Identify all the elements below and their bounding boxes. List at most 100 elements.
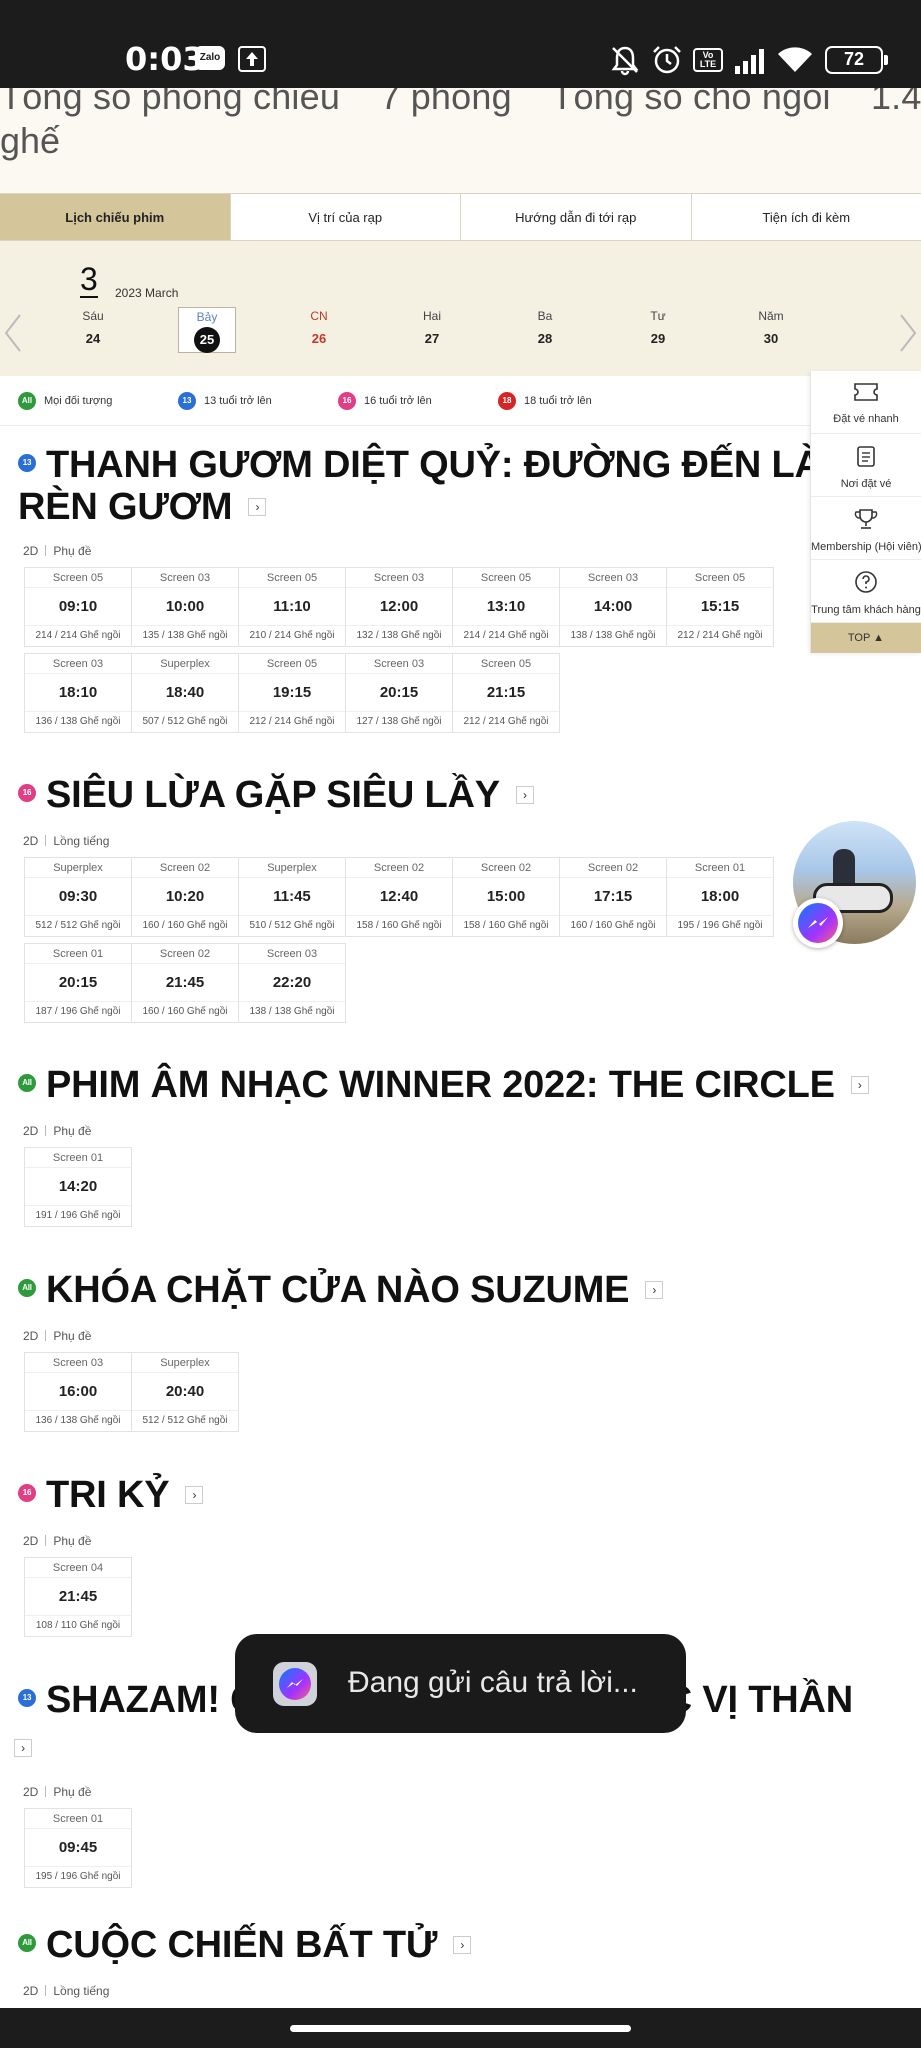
status-time: 0:03 — [125, 40, 205, 78]
quick-book-button[interactable]: Đặt vé nhanh — [811, 371, 921, 434]
customer-center-button[interactable]: Trung tâm khách hàng — [811, 560, 921, 623]
showtime-cell[interactable]: Screen 03 20:15 127 / 138 Ghế ngồi — [345, 653, 453, 733]
showtime-cell[interactable]: Screen 02 10:20 160 / 160 Ghế ngồi — [131, 857, 239, 937]
showtime-cell[interactable]: Screen 02 17:15 160 / 160 Ghế ngồi — [559, 857, 667, 937]
volte-icon: Vo LTE — [693, 48, 723, 72]
chevron-right-icon[interactable]: › — [248, 497, 267, 516]
rating-16-icon: 16 — [18, 1483, 36, 1502]
calendar-day[interactable]: Ba 28 — [516, 307, 574, 353]
movie-title[interactable]: All PHIM ÂM NHẠC WINNER 2022: THE CIRCLE › — [18, 1064, 869, 1106]
calendar-day-sunday[interactable]: CN 26 — [290, 307, 348, 353]
home-indicator[interactable] — [290, 2025, 631, 2032]
calendar-day[interactable]: Tư 29 — [629, 307, 687, 353]
booking-place-button[interactable]: Nơi đặt vé — [811, 434, 921, 497]
cinema-summary: Tổng số phòng chiếu 7 phòng Tổng số chỗ … — [0, 88, 921, 193]
cinema-tabs: Lịch chiếu phim Vị trí của rạp Hướng dẫn… — [0, 193, 921, 241]
chevron-right-icon[interactable]: › — [185, 1485, 204, 1504]
showtime-cell[interactable]: Superplex 09:30 512 / 512 Ghế ngồi — [24, 857, 132, 937]
calendar-day-selected[interactable]: Bảy 25 — [178, 307, 236, 353]
movie-title[interactable]: 16 SIÊU LỪA GẶP SIÊU LẦY › — [18, 774, 534, 816]
showtime-cell[interactable]: Screen 02 15:00 158 / 160 Ghế ngồi — [452, 857, 560, 937]
movie-title-chevron[interactable]: › — [14, 1727, 32, 1769]
calendar-day[interactable]: Hai 27 — [403, 307, 461, 353]
rating-all-icon: All — [18, 1073, 36, 1092]
calendar-day[interactable]: Sáu 24 — [64, 307, 122, 353]
legend-item: All Mọi đối tượng — [18, 392, 112, 410]
sending-toast: Đang gửi câu trả lời... — [235, 1634, 686, 1733]
showtime-cell[interactable]: Screen 03 18:10 136 / 138 Ghế ngồi — [24, 653, 132, 733]
tab-schedule[interactable]: Lịch chiếu phim — [0, 194, 231, 240]
movie-format: 2D Phụ đề — [23, 1329, 92, 1343]
showtime-row: Screen 04 21:45 108 / 110 Ghế ngồi — [24, 1557, 132, 1637]
calendar-next-icon[interactable] — [895, 311, 919, 355]
showtime-cell[interactable]: Screen 01 20:15 187 / 196 Ghế ngồi — [24, 943, 132, 1023]
showtime-cell[interactable]: Screen 02 21:45 160 / 160 Ghế ngồi — [131, 943, 239, 1023]
legend-label: 13 tuổi trở lên — [204, 395, 272, 407]
showtime-cell[interactable]: Screen 05 13:10 214 / 214 Ghế ngồi — [452, 567, 560, 647]
mute-bell-icon — [609, 44, 641, 76]
date-picker: 3 2023 March Sáu 24 Bảy 25 CN 26 Hai 27 … — [0, 241, 921, 376]
messenger-icon[interactable] — [793, 898, 843, 948]
chevron-right-icon[interactable]: › — [645, 1280, 664, 1299]
chevron-right-icon[interactable]: › — [453, 1935, 472, 1954]
trophy-icon — [854, 509, 878, 529]
rating-18-icon: 18 — [498, 392, 516, 410]
calendar-day[interactable]: Năm 30 — [742, 307, 800, 353]
showtime-cell[interactable]: Screen 03 22:20 138 / 138 Ghế ngồi — [238, 943, 346, 1023]
chevron-right-icon[interactable]: › — [515, 785, 534, 804]
legend-item: 18 18 tuổi trở lên — [498, 392, 592, 410]
showtime-cell[interactable]: Superplex 11:45 510 / 512 Ghế ngồi — [238, 857, 346, 937]
showtime-cell[interactable]: Screen 03 10:00 135 / 138 Ghế ngồi — [131, 567, 239, 647]
showtime-cell[interactable]: Screen 03 14:00 138 / 138 Ghế ngồi — [559, 567, 667, 647]
showtime-row: Superplex 09:30 512 / 512 Ghế ngồi Screen … — [24, 857, 774, 937]
showtime-cell[interactable]: Superplex 18:40 507 / 512 Ghế ngồi — [131, 653, 239, 733]
showtime-cell[interactable]: Screen 01 18:00 195 / 196 Ghế ngồi — [666, 857, 774, 937]
chevron-right-icon[interactable]: › — [14, 1738, 32, 1757]
legend-item: 16 16 tuổi trở lên — [338, 392, 432, 410]
calendar-prev-icon[interactable] — [2, 311, 26, 355]
movie-title[interactable]: 16 TRI KỶ › — [18, 1474, 204, 1516]
showtime-row: Screen 05 09:10 214 / 214 Ghế ngồi Screen … — [24, 567, 774, 647]
movie-title[interactable]: All CUỘC CHIẾN BẤT TỬ › — [18, 1924, 472, 1966]
calendar-year-month: 2023 March — [115, 286, 179, 300]
movie-format: 2D Lồng tiếng — [23, 834, 110, 848]
alarm-icon — [651, 44, 683, 76]
wifi-icon — [775, 44, 815, 76]
showtime-cell[interactable]: Screen 05 11:10 210 / 214 Ghế ngồi — [238, 567, 346, 647]
rating-13-icon: 13 — [178, 392, 196, 410]
zalo-icon: Zalo — [195, 46, 225, 70]
movie-title-line2[interactable]: RÈN GƯƠM › — [18, 486, 267, 528]
showtime-cell[interactable]: Screen 05 09:10 214 / 214 Ghế ngồi — [24, 567, 132, 647]
movie-format: 2D Phụ đề — [23, 1785, 92, 1799]
movie-title[interactable]: 13 THANH GƯƠM DIỆT QUỶ: ĐƯỜNG ĐẾN LÀNG — [18, 444, 879, 486]
showtime-row: Screen 03 18:10 136 / 138 Ghế ngồi Superpl… — [24, 653, 560, 733]
movie-format: 2D Phụ đề — [23, 1534, 92, 1548]
rating-16-icon: 16 — [18, 783, 36, 802]
showtime-row: Screen 01 09:45 195 / 196 Ghế ngồi — [24, 1808, 132, 1888]
movie-title[interactable]: All KHÓA CHẶT CỬA NÀO SUZUME › — [18, 1269, 664, 1311]
battery-icon: 72 — [825, 46, 888, 74]
showtime-cell[interactable]: Screen 02 12:40 158 / 160 Ghế ngồi — [345, 857, 453, 937]
rating-all-icon: All — [18, 392, 36, 410]
showtime-row: Screen 01 14:20 191 / 196 Ghế ngồi — [24, 1147, 132, 1227]
showtime-cell[interactable]: Screen 01 14:20 191 / 196 Ghế ngồi — [24, 1147, 132, 1227]
showtime-cell[interactable]: Screen 05 15:15 212 / 214 Ghế ngồi — [666, 567, 774, 647]
showtime-cell[interactable]: Screen 03 12:00 132 / 138 Ghế ngồi — [345, 567, 453, 647]
tab-directions[interactable]: Hướng dẫn đi tới rạp — [461, 194, 692, 240]
showtime-cell[interactable]: Screen 04 21:45 108 / 110 Ghế ngồi — [24, 1557, 132, 1637]
showtime-cell[interactable]: Superplex 20:40 512 / 512 Ghế ngồi — [131, 1352, 239, 1432]
membership-button[interactable]: Membership (Hội viên) — [811, 497, 921, 560]
upload-icon — [238, 46, 266, 72]
tab-amenities[interactable]: Tiện ích đi kèm — [692, 194, 921, 240]
showtime-cell[interactable]: Screen 05 19:15 212 / 214 Ghế ngồi — [238, 653, 346, 733]
legend-label: 18 tuổi trở lên — [524, 395, 592, 407]
showtime-cell[interactable]: Screen 03 16:00 136 / 138 Ghế ngồi — [24, 1352, 132, 1432]
total-rooms-value: 7 phòng — [380, 88, 512, 117]
movie-format: 2D Phụ đề — [23, 1124, 92, 1138]
tab-location[interactable]: Vị trí của rạp — [231, 194, 461, 240]
signal-icon — [733, 44, 765, 76]
chevron-right-icon[interactable]: › — [850, 1075, 869, 1094]
scroll-top-button[interactable]: TOP ▲ — [811, 623, 921, 653]
showtime-cell[interactable]: Screen 01 09:45 195 / 196 Ghế ngồi — [24, 1808, 132, 1888]
showtime-cell[interactable]: Screen 05 21:15 212 / 214 Ghế ngồi — [452, 653, 560, 733]
